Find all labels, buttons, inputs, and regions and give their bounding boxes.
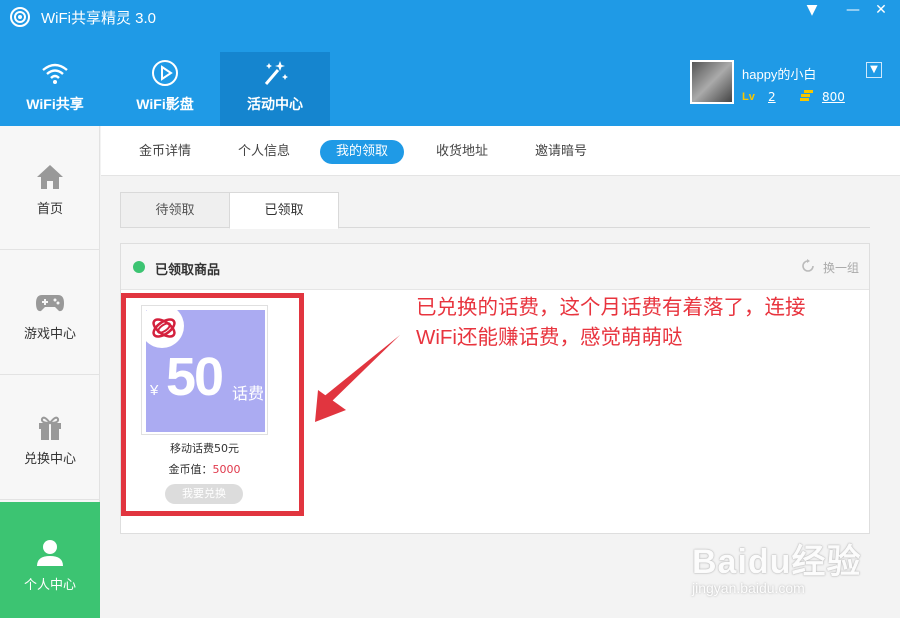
sidebar-item-label: 个人中心: [23, 578, 76, 593]
tab-personal-info[interactable]: 个人信息: [222, 140, 306, 164]
nav-tab-label: WiFi共享: [26, 96, 84, 112]
baidu-watermark: Baidu经验 jingyan.baidu.com: [692, 524, 892, 614]
sidebar-item-label: 首页: [36, 202, 63, 217]
watermark-logo: Baidu经验: [692, 543, 862, 581]
gamepad-icon: [36, 295, 64, 312]
app-title: WiFi共享精灵 3.0: [41, 10, 157, 27]
sidebar: 首页 游戏中心 兑换中心 个人中心: [0, 126, 100, 618]
sidebar-item-game-center[interactable]: 游戏中心: [0, 251, 100, 375]
username[interactable]: happy的小白: [742, 64, 816, 83]
coin-value[interactable]: 800: [822, 90, 845, 104]
status-dot-icon: [133, 261, 145, 273]
sub-tab-bar: 金币详情 个人信息 我的领取 收货地址 邀请暗号: [101, 126, 900, 176]
tab-pending[interactable]: 待领取: [120, 192, 230, 228]
sidebar-item-exchange-center[interactable]: 兑换中心: [0, 376, 100, 500]
minimize-button[interactable]: —: [838, 0, 868, 20]
tab-coin-details[interactable]: 金币详情: [123, 140, 207, 164]
refresh-icon[interactable]: [801, 259, 815, 273]
home-icon: [37, 165, 63, 189]
user-menu-chevron-icon[interactable]: ▼: [866, 62, 882, 78]
claim-status-tabs: 待领取 已领取: [120, 192, 870, 229]
tab-invite-code[interactable]: 邀请暗号: [519, 140, 603, 164]
sidebar-item-personal-center[interactable]: 个人中心: [0, 502, 100, 618]
person-icon: [37, 540, 63, 566]
annotation-wifi-word: WiFi: [416, 326, 457, 349]
nav-tab-activity-center[interactable]: 活动中心: [220, 52, 330, 126]
panel-title: 已领取商品: [155, 263, 221, 278]
annotation-line-2-rest: 还能赚话费，感觉萌萌哒: [456, 325, 683, 349]
nav-tab-label: WiFi影盘: [136, 96, 194, 112]
app-header: WiFi共享精灵 3.0 ▼ — ✕ WiFi共享 WiFi影盘 活动中心 ha…: [0, 0, 900, 126]
tab-shipping-address[interactable]: 收货地址: [420, 140, 504, 164]
sidebar-item-label: 兑换中心: [23, 452, 76, 467]
nav-tab-wifi-share[interactable]: WiFi共享: [0, 52, 110, 126]
panel-header: 已领取商品 换一组: [121, 244, 869, 290]
sidebar-item-label: 游戏中心: [23, 327, 76, 342]
magic-wand-icon: [264, 61, 288, 85]
tab-claimed[interactable]: 已领取: [229, 192, 339, 229]
play-icon: [152, 60, 178, 86]
coin-stack-icon: [800, 90, 813, 101]
tab-my-claims[interactable]: 我的领取: [320, 140, 405, 164]
close-button[interactable]: ✕: [866, 0, 896, 20]
annotation-arrow-icon: [315, 335, 400, 422]
wifi-icon: [42, 63, 68, 84]
watermark-url: jingyan.baidu.com: [692, 580, 805, 596]
menu-dropdown-icon[interactable]: ▼: [797, 0, 827, 20]
title-bar[interactable]: WiFi共享精灵 3.0 ▼ — ✕: [0, 0, 900, 34]
avatar[interactable]: [690, 60, 734, 104]
nav-tab-label: 活动中心: [247, 96, 303, 112]
level-badge-icon: Lv: [742, 91, 755, 103]
refresh-link[interactable]: 换一组: [823, 259, 859, 276]
annotation-line-2: WiFi还能赚话费，感觉萌萌哒: [416, 322, 886, 353]
annotation-line-1: 已兑换的话费，这个月话费有着落了，连接: [416, 295, 806, 319]
app-logo-icon: [10, 7, 30, 27]
nav-tab-wifi-disk[interactable]: WiFi影盘: [110, 52, 220, 126]
annotation-text: 已兑换的话费，这个月话费有着落了，连接 WiFi还能赚话费，感觉萌萌哒: [416, 292, 886, 353]
gift-icon: [39, 416, 61, 440]
level-value[interactable]: 2: [768, 90, 776, 104]
sidebar-item-home[interactable]: 首页: [0, 126, 100, 250]
annotation-highlight-box: [121, 293, 304, 516]
